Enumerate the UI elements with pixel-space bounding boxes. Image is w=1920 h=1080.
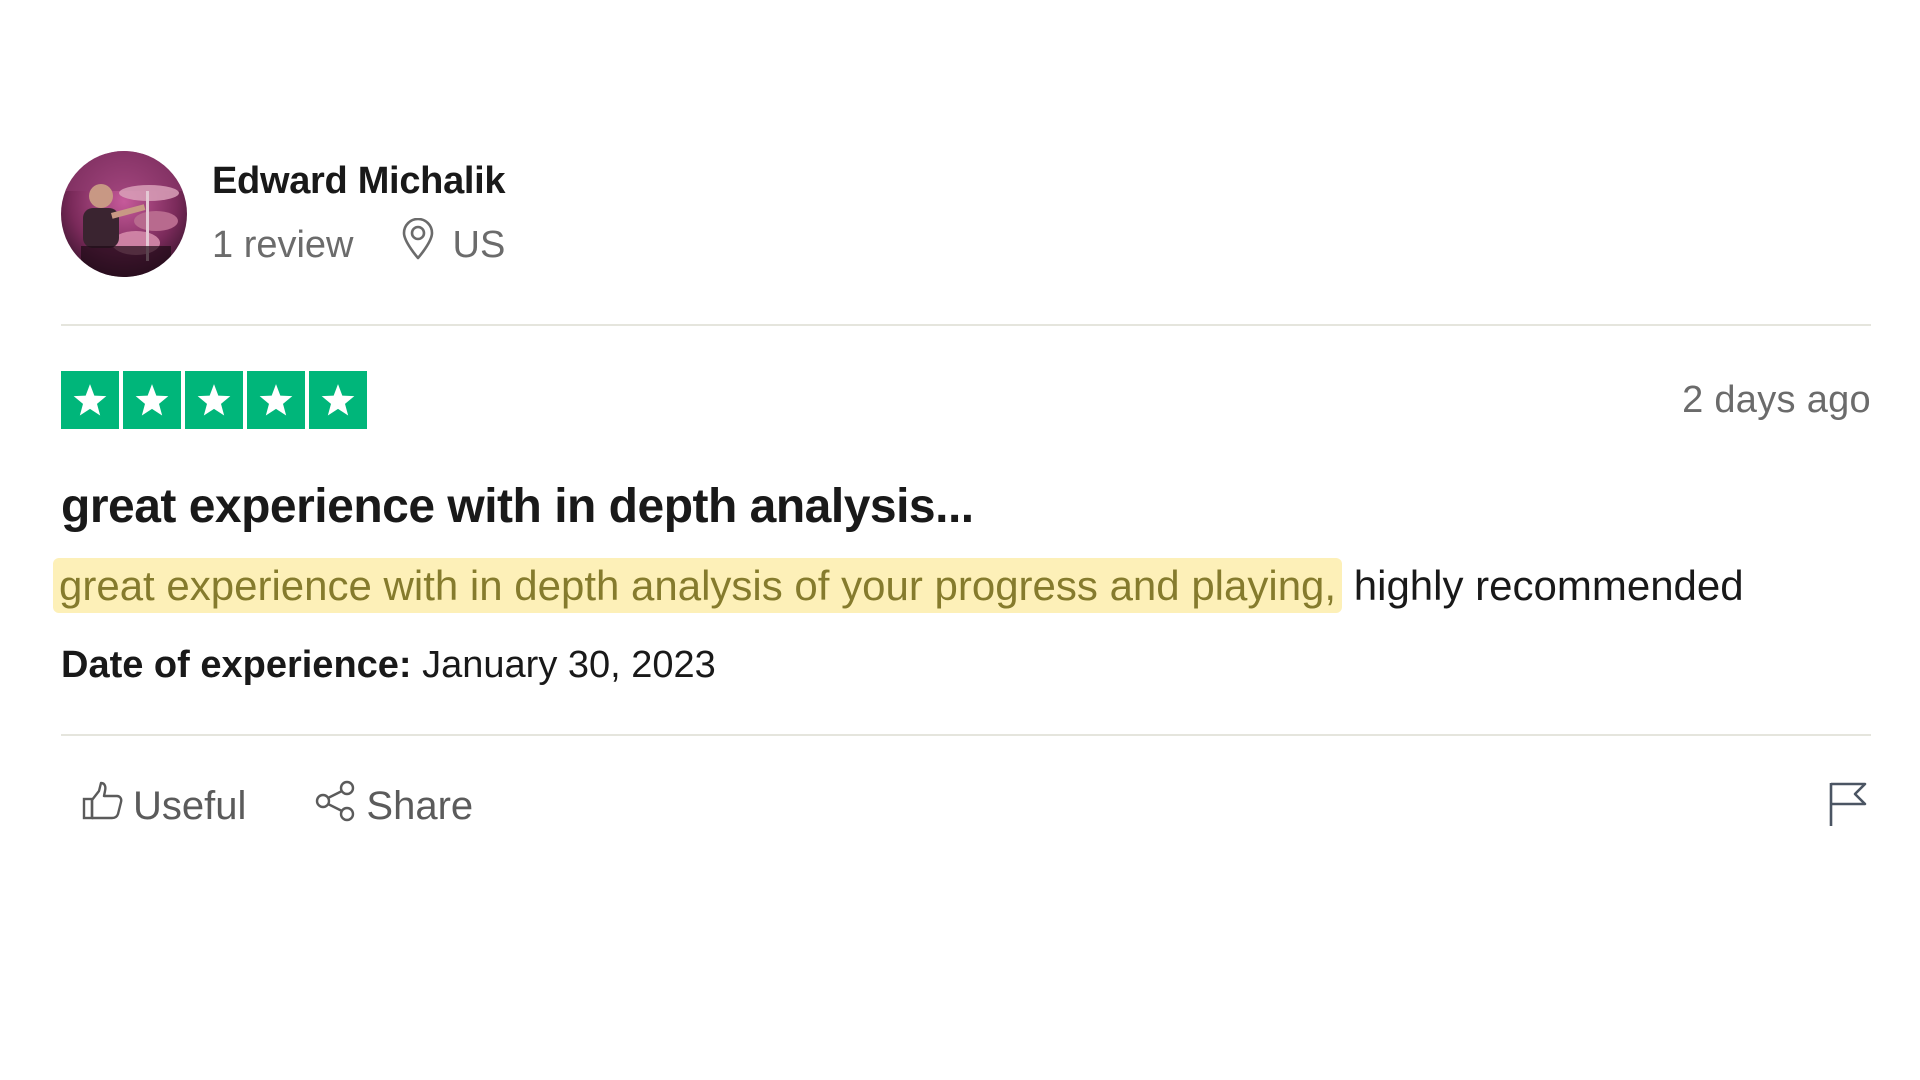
useful-label: Useful [133,783,247,828]
rating-row: 2 days ago [61,371,1871,429]
review-count: 1 review [212,224,354,266]
star-icon [123,371,181,429]
flag-icon [1827,782,1869,832]
review-body: great experience with in depth analysis … [53,553,1761,618]
review-title[interactable]: great experience with in depth analysis.… [61,477,1871,537]
share-label: Share [366,783,474,828]
experience-date: January 30, 2023 [422,644,716,686]
divider [61,324,1871,326]
date-of-experience: Date of experience: January 30, 2023 [61,640,1871,690]
share-button[interactable]: Share [314,779,473,833]
review-actions: Useful Share [61,776,1871,836]
divider [61,734,1871,736]
star-rating [61,371,367,429]
highlighted-text: great experience with in depth analysis … [53,558,1343,613]
avatar[interactable] [61,151,187,277]
report-button[interactable] [1827,780,1869,833]
reviewer-header: Edward Michalik 1 review US [61,150,1871,278]
reviewer-meta: 1 review US [212,217,506,273]
location-text: US [452,224,506,266]
thumbs-up-icon [81,779,133,833]
useful-button[interactable]: Useful [81,779,246,833]
reviewer-name[interactable]: Edward Michalik [212,156,506,206]
location-pin-icon [401,217,453,273]
star-icon [61,371,119,429]
star-icon [247,371,305,429]
review-date: 2 days ago [1682,378,1871,421]
star-icon [309,371,367,429]
experience-label: Date of experience: [61,644,412,686]
review-card: Edward Michalik 1 review US 2 days ago g… [53,150,1871,836]
reviewer-info: Edward Michalik 1 review US [212,156,506,273]
share-icon [314,779,366,833]
star-icon [185,371,243,429]
reviewer-location: US [401,217,506,273]
actions-left: Useful Share [61,779,473,833]
body-text: highly recommended [1342,562,1744,609]
